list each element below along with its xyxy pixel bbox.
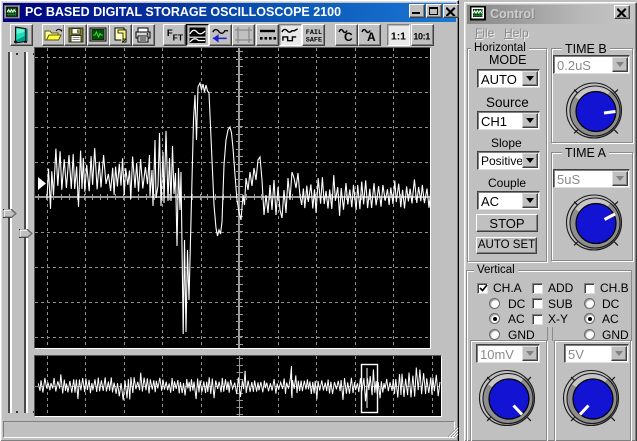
svg-text:10:1: 10:1 xyxy=(413,31,430,41)
svg-text:FT: FT xyxy=(173,33,184,43)
svg-text:C: C xyxy=(344,30,353,44)
svg-text:SAFE: SAFE xyxy=(305,36,321,44)
svg-text:A: A xyxy=(367,30,376,44)
svg-text:1:1: 1:1 xyxy=(391,32,406,43)
